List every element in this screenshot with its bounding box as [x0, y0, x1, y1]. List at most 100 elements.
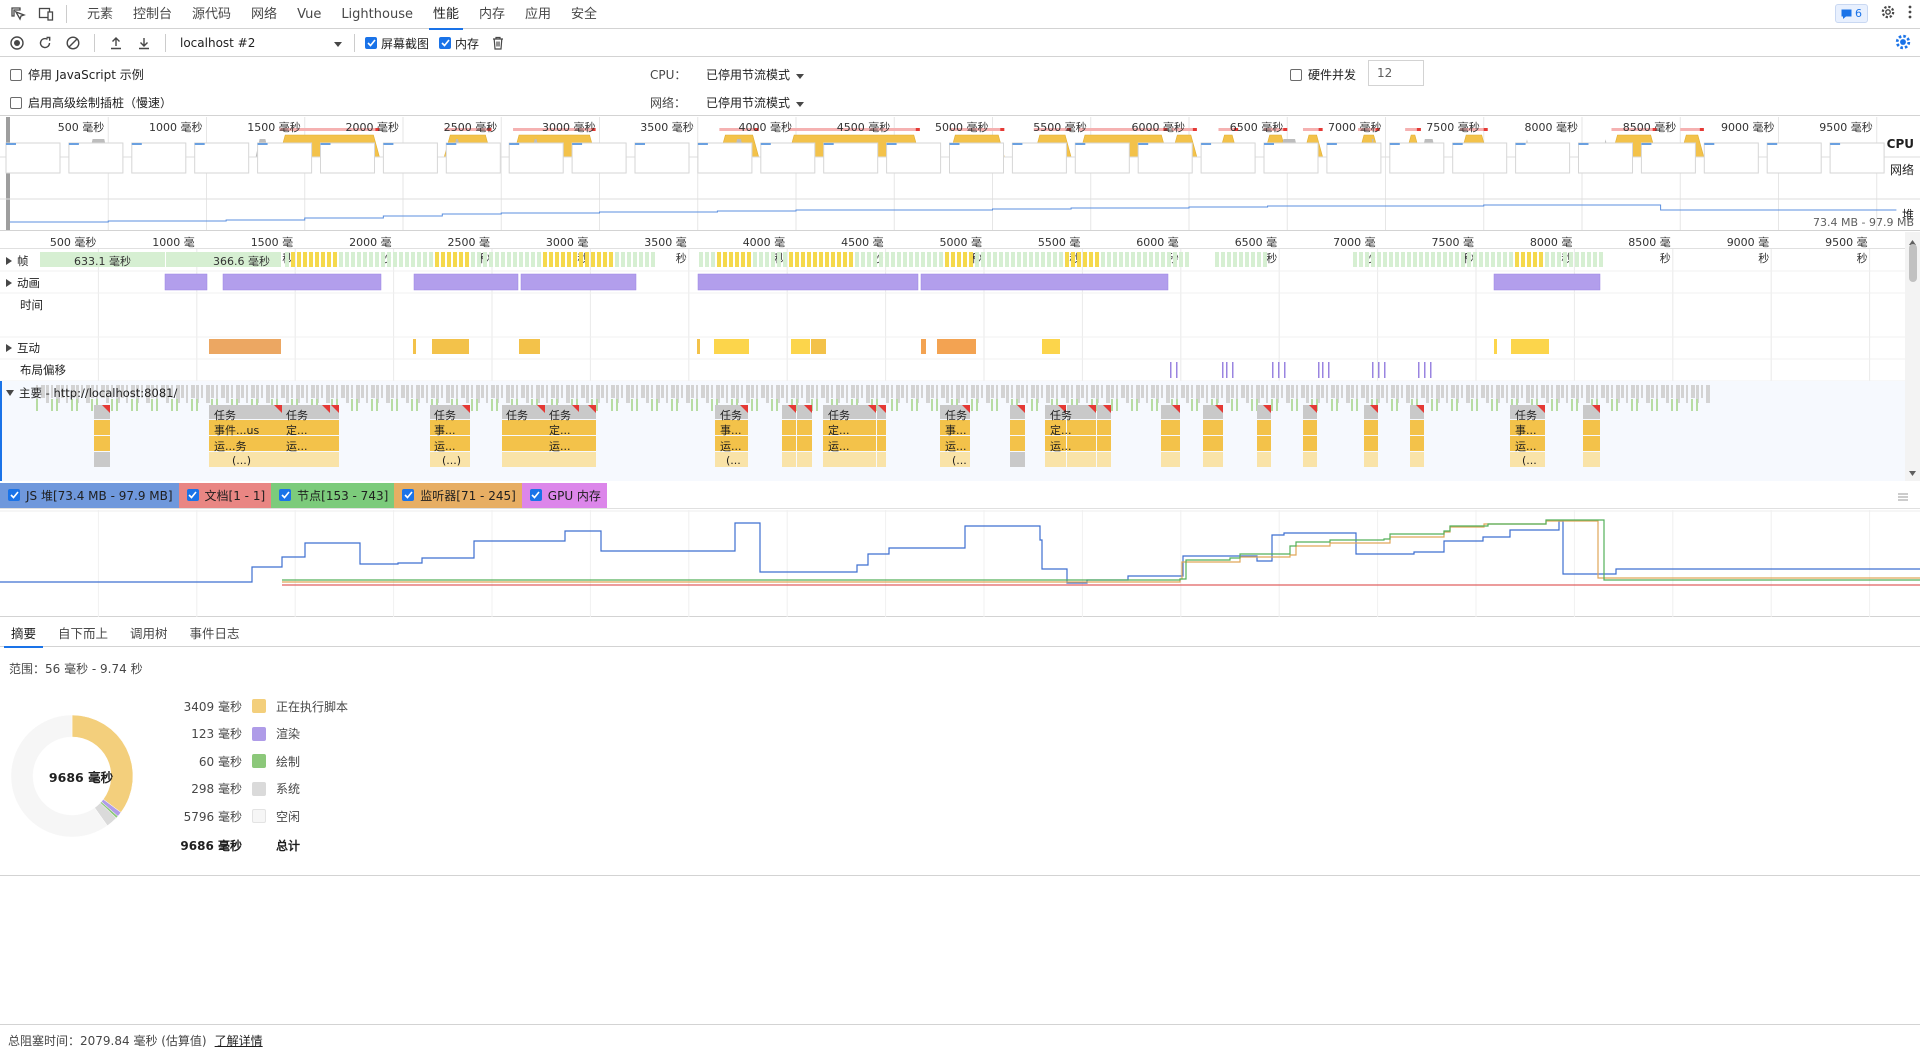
- settings-gear-icon[interactable]: [1880, 4, 1896, 23]
- tab-9[interactable]: 安全: [561, 0, 607, 29]
- timeline-tracks[interactable]: 帧 动画 时间 互动 布局偏移 主要 - http://localhost:80…: [0, 249, 1905, 481]
- details-tab-3[interactable]: 事件日志: [179, 621, 251, 647]
- flame-entry-label[interactable]: 任务: [1515, 407, 1537, 423]
- details-tab-1[interactable]: 自下而上: [47, 621, 119, 647]
- tab-0[interactable]: 元素: [77, 0, 123, 29]
- task-tick: [341, 385, 345, 398]
- load-profile-button[interactable]: [105, 32, 127, 54]
- flame-entry-label[interactable]: (...): [232, 454, 251, 467]
- frame-bar: [861, 252, 865, 267]
- flame-entry-label[interactable]: 任务: [945, 407, 967, 423]
- flame-entry-label[interactable]: 事...: [720, 422, 742, 438]
- cpu-throttling: CPU： 已停用节流模式: [650, 66, 805, 83]
- paint-tick: [1196, 399, 1198, 411]
- track-main-thread[interactable]: 主要 - http://localhost:8081/: [6, 385, 177, 401]
- track-frames[interactable]: 帧: [6, 253, 29, 269]
- flame-entry-label[interactable]: 事...: [434, 422, 456, 438]
- flame-entry-label[interactable]: 运...: [1050, 438, 1072, 454]
- flame-entry-label[interactable]: 任务: [1050, 407, 1072, 423]
- frame-bar: [1377, 252, 1381, 267]
- flame-entry-label[interactable]: 运...: [828, 438, 850, 454]
- flame-entry-label[interactable]: 定...: [1050, 422, 1072, 438]
- issues-badge[interactable]: 6: [1835, 4, 1868, 23]
- screenshots-checkbox[interactable]: 屏幕截图: [365, 35, 429, 52]
- tab-6[interactable]: 性能: [423, 0, 469, 30]
- flame-entry-label[interactable]: (...: [952, 454, 967, 467]
- paint-tick: [1031, 399, 1033, 411]
- js-heap-line: [0, 520, 1920, 584]
- clear-button[interactable]: [62, 32, 84, 54]
- counter-listeners[interactable]: 监听器[71 - 245]: [394, 482, 522, 508]
- flame-entry-label[interactable]: 事件...us: [214, 422, 259, 438]
- cpu-throttling-select[interactable]: 已停用节流模式: [706, 66, 805, 83]
- flame-entry-label[interactable]: 运...: [945, 438, 967, 454]
- flame-entry-label[interactable]: (...: [726, 454, 741, 467]
- drag-handle-icon[interactable]: [1898, 490, 1908, 504]
- inspect-element-icon[interactable]: [8, 4, 28, 24]
- flame-entry-label[interactable]: 任务: [434, 407, 456, 423]
- flame-entry-label[interactable]: 任务: [506, 407, 528, 423]
- flame-entry-label[interactable]: 运...务: [214, 438, 247, 454]
- garbage-collect-button[interactable]: [487, 32, 509, 54]
- tab-4[interactable]: Vue: [287, 0, 331, 29]
- flame-entry-label[interactable]: 任务: [828, 407, 850, 423]
- counter-js-heap[interactable]: JS 堆[73.4 MB - 97.9 MB]: [0, 482, 179, 508]
- paint-tick: [191, 399, 193, 411]
- advanced-paint-checkbox[interactable]: 启用高级绘制插桩（慢速）: [10, 94, 172, 111]
- save-profile-button[interactable]: [133, 32, 155, 54]
- details-tab-2[interactable]: 调用树: [119, 621, 179, 647]
- flame-entry-label[interactable]: 任务: [549, 407, 571, 423]
- flame-entry-label[interactable]: 定...: [549, 422, 571, 438]
- flame-entry-label[interactable]: (...): [442, 454, 461, 467]
- frame-bar: [1551, 252, 1555, 267]
- tab-8[interactable]: 应用: [515, 0, 561, 29]
- hardware-concurrency-checkbox[interactable]: 硬件并发: [1290, 66, 1356, 83]
- tab-2[interactable]: 源代码: [182, 0, 241, 29]
- counter-nodes[interactable]: 节点[153 - 743]: [271, 482, 395, 508]
- flame-entry-label[interactable]: 运...: [286, 438, 308, 454]
- tab-7[interactable]: 内存: [469, 0, 515, 29]
- frame-bar: [579, 252, 583, 267]
- flame-entry-label[interactable]: (...: [1522, 454, 1537, 467]
- task-tick: [511, 385, 514, 398]
- track-animations[interactable]: 动画: [6, 275, 40, 291]
- reload-record-button[interactable]: [34, 32, 56, 54]
- tab-3[interactable]: 网络: [241, 0, 287, 29]
- flame-entry-label[interactable]: 运...: [1515, 438, 1537, 454]
- more-options-icon[interactable]: [1908, 5, 1912, 22]
- flame-entry-label[interactable]: 事...: [1515, 422, 1537, 438]
- recording-target-select[interactable]: localhost #2: [176, 33, 346, 53]
- device-toolbar-icon[interactable]: [36, 4, 56, 24]
- timeline-overview[interactable]: 500 毫秒 1000 毫秒 1500 毫秒 2000 毫秒 2500 毫秒 3000 毫…: [0, 117, 1920, 231]
- flame-entry-label[interactable]: 定...: [828, 422, 850, 438]
- flame-entry-label[interactable]: 任务: [720, 407, 742, 423]
- flame-entry-label[interactable]: 任务: [214, 407, 236, 423]
- flame-entry-label[interactable]: 事...: [945, 422, 967, 438]
- panel-tabs: 元素 控制台 源代码 网络 Vue Lighthouse 性能 内存 应用 安全: [77, 0, 607, 30]
- tracks-scrollbar[interactable]: [1905, 232, 1920, 481]
- tab-1[interactable]: 控制台: [123, 0, 182, 29]
- task-tick: [1061, 385, 1065, 398]
- counter-gpu-memory[interactable]: GPU 内存: [521, 482, 607, 508]
- tab-5[interactable]: Lighthouse: [331, 0, 423, 29]
- learn-more-link[interactable]: 了解详情: [215, 1032, 263, 1049]
- memory-checkbox[interactable]: 内存: [439, 35, 479, 52]
- frame-bar: [981, 252, 985, 267]
- flame-entry-label[interactable]: 运...: [549, 438, 571, 454]
- hardware-concurrency-input[interactable]: 12: [1368, 60, 1424, 86]
- track-interactions[interactable]: 互动: [6, 340, 40, 356]
- flame-entry-label[interactable]: 任务: [286, 407, 308, 423]
- script-anon-bar: [282, 452, 330, 467]
- frame-bar: [891, 252, 895, 267]
- record-button[interactable]: [6, 32, 28, 54]
- details-tab-0[interactable]: 摘要: [0, 621, 47, 648]
- flame-entry-label[interactable]: 运...: [720, 438, 742, 454]
- capture-settings-gear-icon[interactable]: [1894, 33, 1912, 54]
- flame-entry-label[interactable]: 运...: [434, 438, 456, 454]
- scrollbar-thumb[interactable]: [1909, 244, 1917, 282]
- scroll-down-arrow-icon[interactable]: [1909, 465, 1916, 479]
- counter-documents[interactable]: 文档[1 - 1]: [178, 482, 272, 508]
- flame-entry-label[interactable]: 定...: [286, 422, 308, 438]
- disable-js-samples-checkbox[interactable]: 停用 JavaScript 示例: [10, 66, 144, 83]
- network-throttling-select[interactable]: 已停用节流模式: [706, 94, 805, 111]
